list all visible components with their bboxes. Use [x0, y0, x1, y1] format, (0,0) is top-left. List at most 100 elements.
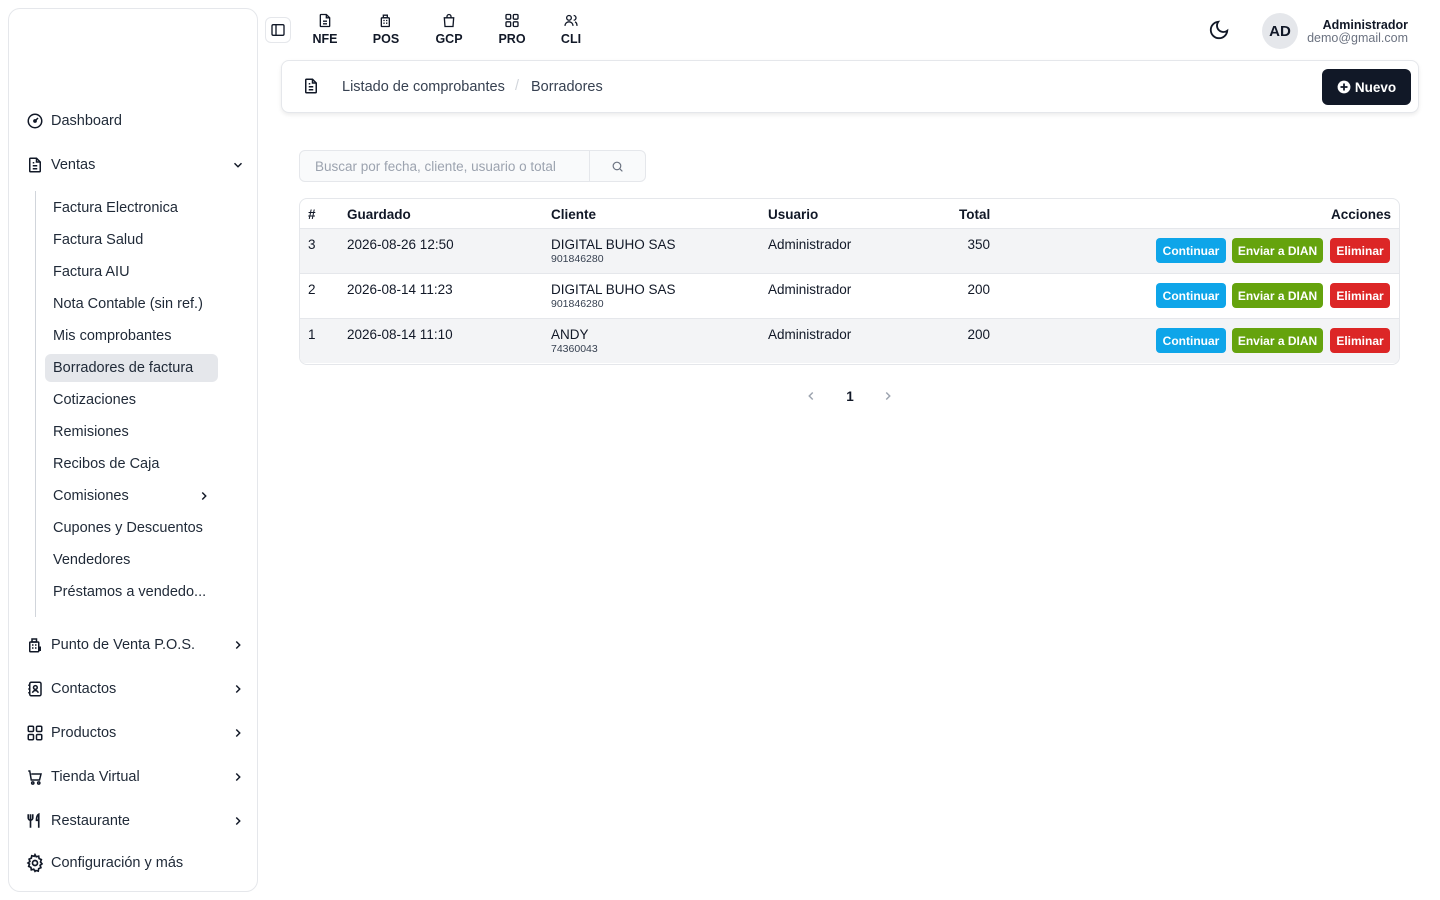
- app-tab-label: PRO: [498, 32, 526, 46]
- sidebar-item-label: Contactos: [51, 681, 117, 697]
- submenu-item-factura-electronica[interactable]: Factura Electronica: [45, 194, 186, 222]
- cell-total: 200: [967, 327, 990, 342]
- send-dian-button[interactable]: Enviar a DIAN: [1232, 238, 1323, 263]
- cell-usuario: Administrador: [768, 237, 852, 252]
- sidebar-item-tienda[interactable]: Tienda Virtual: [25, 763, 247, 791]
- app-tab-pos[interactable]: POS: [366, 12, 406, 46]
- new-button[interactable]: Nuevo: [1322, 69, 1411, 105]
- breadcrumb-separator: /: [515, 78, 520, 94]
- cell-num: 1: [308, 327, 316, 342]
- submenu-item-nota-contable[interactable]: Nota Contable (sin ref.): [45, 290, 211, 318]
- cash-register-icon: [380, 14, 390, 28]
- delete-button[interactable]: Eliminar: [1330, 238, 1390, 263]
- chevron-down-icon: [233, 162, 243, 168]
- chevron-right-icon: [235, 816, 241, 826]
- sidebar-item-productos[interactable]: Productos: [25, 719, 247, 747]
- submenu-item-recibos-caja[interactable]: Recibos de Caja: [45, 450, 167, 478]
- breadcrumb-listado[interactable]: Listado de comprobantes: [342, 79, 505, 95]
- cell-usuario: Administrador: [768, 282, 852, 297]
- submenu-item-cupones[interactable]: Cupones y Descuentos: [45, 514, 211, 542]
- app-tab-nfe[interactable]: NFE: [305, 12, 345, 46]
- submenu-item-factura-salud[interactable]: Factura Salud: [45, 226, 151, 254]
- app-tab-gcp[interactable]: GCP: [429, 12, 469, 46]
- sidebar-item-label: Dashboard: [51, 113, 122, 129]
- cell-cliente-id: 901846280: [551, 298, 604, 310]
- sidebar: Dashboard Ventas Factura Electronica Fac…: [8, 8, 258, 892]
- pagination-prev-icon[interactable]: [804, 389, 818, 403]
- cell-num: 2: [308, 282, 316, 297]
- sidebar-toggle-button[interactable]: [265, 17, 291, 43]
- table-row: 2 2026-08-14 11:23 DIGITAL BUHO SAS 9018…: [300, 273, 1399, 318]
- breadcrumb-borradores: Borradores: [531, 79, 603, 95]
- gear-icon: [25, 853, 45, 873]
- submenu-item-borradores[interactable]: Borradores de factura: [45, 354, 218, 382]
- cell-num: 3: [308, 237, 316, 252]
- cell-guardado: 2026-08-26 12:50: [347, 237, 454, 252]
- delete-button[interactable]: Eliminar: [1330, 283, 1390, 308]
- moon-icon[interactable]: [1208, 19, 1230, 41]
- chevron-right-icon: [235, 772, 241, 782]
- sidebar-item-contactos[interactable]: Contactos: [25, 675, 247, 703]
- submenu-item-vendedores[interactable]: Vendedores: [45, 546, 138, 574]
- submenu-item-prestamos[interactable]: Préstamos a vendedo...: [45, 578, 214, 606]
- page-header: Listado de comprobantes / Borradores Nue…: [281, 60, 1419, 113]
- company-logo: [54, 19, 174, 99]
- continue-button[interactable]: Continuar: [1156, 238, 1226, 263]
- column-header-total: Total: [959, 207, 991, 222]
- submenu-item-remisiones[interactable]: Remisiones: [45, 418, 137, 446]
- continue-button[interactable]: Continuar: [1156, 283, 1226, 308]
- utensils-icon: [25, 811, 45, 831]
- app-tab-cli[interactable]: CLI: [551, 12, 591, 46]
- submenu-divider: [35, 191, 36, 617]
- contact-book-icon: [25, 679, 45, 699]
- app-tab-label: CLI: [560, 32, 582, 46]
- cart-icon: [25, 767, 45, 787]
- sidebar-item-pos[interactable]: Punto de Venta P.O.S.: [25, 631, 247, 659]
- column-header-usuario: Usuario: [768, 207, 819, 222]
- avatar[interactable]: AD: [1262, 13, 1298, 49]
- app-tab-label: POS: [372, 32, 400, 46]
- cell-cliente: DIGITAL BUHO SAS: [551, 237, 676, 252]
- grid-icon: [25, 723, 45, 743]
- submenu-item-comisiones[interactable]: Comisiones: [45, 482, 218, 510]
- column-header-guardado: Guardado: [347, 207, 411, 222]
- sidebar-item-label: Ventas: [51, 157, 96, 173]
- sidebar-item-label: Tienda Virtual: [51, 769, 140, 785]
- submenu-item-factura-aiu[interactable]: Factura AIU: [45, 258, 138, 286]
- search-bar: [299, 150, 646, 182]
- submenu-item-mis-comprobantes[interactable]: Mis comprobantes: [45, 322, 179, 350]
- delete-button[interactable]: Eliminar: [1330, 328, 1390, 353]
- cell-guardado: 2026-08-14 11:23: [347, 282, 453, 297]
- chevron-right-icon: [235, 640, 241, 650]
- drafts-table: # Guardado Cliente Usuario Total Accione…: [299, 198, 1400, 365]
- users-icon: [564, 14, 578, 26]
- cell-usuario: Administrador: [768, 327, 852, 342]
- user-name: Administrador: [1322, 18, 1408, 32]
- chevron-right-icon: [201, 491, 207, 501]
- sidebar-item-dashboard[interactable]: Dashboard: [25, 107, 247, 135]
- search-icon: [612, 161, 623, 172]
- cell-total: 200: [967, 282, 990, 297]
- continue-button[interactable]: Continuar: [1156, 328, 1226, 353]
- submenu-item-cotizaciones[interactable]: Cotizaciones: [45, 386, 144, 414]
- sidebar-item-ventas[interactable]: Ventas: [25, 151, 247, 179]
- column-header-cliente: Cliente: [551, 207, 597, 222]
- pagination-page[interactable]: 1: [843, 389, 857, 404]
- app-tab-pro[interactable]: PRO: [492, 12, 532, 46]
- cell-total: 350: [967, 237, 990, 252]
- sidebar-item-label: Restaurante: [51, 813, 130, 829]
- sidebar-item-configuracion[interactable]: Configuración y más: [25, 849, 247, 877]
- sidebar-panel-icon: [271, 24, 285, 36]
- app-tab-label: GCP: [435, 32, 463, 46]
- column-header-acciones: Acciones: [1330, 207, 1391, 222]
- sidebar-item-restaurante[interactable]: Restaurante: [25, 807, 247, 835]
- sidebar-item-label: Configuración y más: [51, 855, 184, 871]
- app-tab-label: NFE: [312, 32, 338, 46]
- send-dian-button[interactable]: Enviar a DIAN: [1232, 283, 1323, 308]
- search-button[interactable]: [589, 151, 645, 181]
- gauge-icon: [25, 111, 45, 131]
- send-dian-button[interactable]: Enviar a DIAN: [1232, 328, 1323, 353]
- pagination-next-icon[interactable]: [881, 389, 895, 403]
- user-email: demo@gmail.com: [1307, 31, 1408, 45]
- search-input[interactable]: [300, 151, 590, 181]
